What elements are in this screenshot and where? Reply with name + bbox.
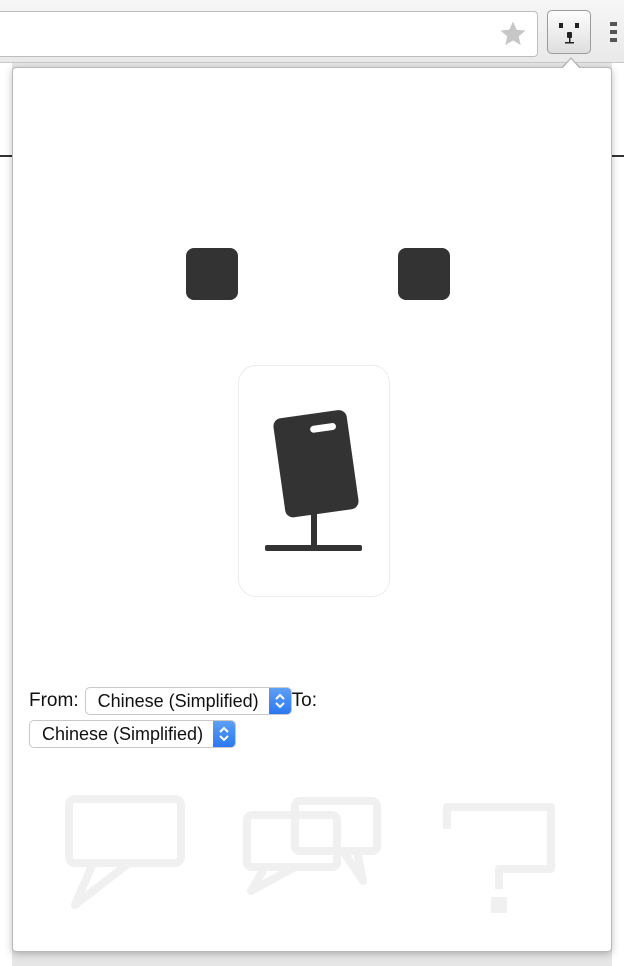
page-divider (0, 155, 12, 157)
to-language-select[interactable]: Chinese (Simplified) (29, 720, 237, 749)
from-language-select[interactable]: Chinese (Simplified) (84, 687, 292, 715)
address-bar[interactable] (0, 11, 538, 57)
extension-button[interactable] (547, 10, 591, 54)
star-icon[interactable] (498, 19, 528, 49)
polar-bear-icon (559, 23, 579, 44)
extension-popup: From: Chinese (Simplified) To: Chinese (… (12, 67, 612, 952)
to-label: To: (291, 690, 318, 711)
bear-eye-right (398, 248, 450, 300)
help-icon[interactable] (443, 803, 555, 913)
page-background (0, 63, 12, 966)
microphone-button[interactable] (238, 365, 390, 597)
conversation-icon[interactable] (243, 797, 381, 895)
language-selector: From: Chinese (Simplified) To: Chinese (… (29, 686, 589, 749)
bear-eye-left (186, 248, 238, 300)
microphone-icon (265, 410, 362, 551)
to-language-value: Chinese (Simplified) (42, 724, 204, 745)
chevron-updown-icon (268, 688, 291, 714)
browser-toolbar (0, 0, 624, 63)
page-background (612, 63, 624, 966)
from-label: From: (29, 690, 79, 711)
chevron-updown-icon (213, 721, 236, 748)
popup-arrow (562, 59, 580, 69)
mode-icons (65, 795, 555, 913)
from-language-value: Chinese (Simplified) (97, 691, 259, 711)
menu-icon[interactable] (610, 22, 618, 44)
speech-bubble-icon[interactable] (65, 795, 185, 909)
page-divider (612, 155, 624, 157)
